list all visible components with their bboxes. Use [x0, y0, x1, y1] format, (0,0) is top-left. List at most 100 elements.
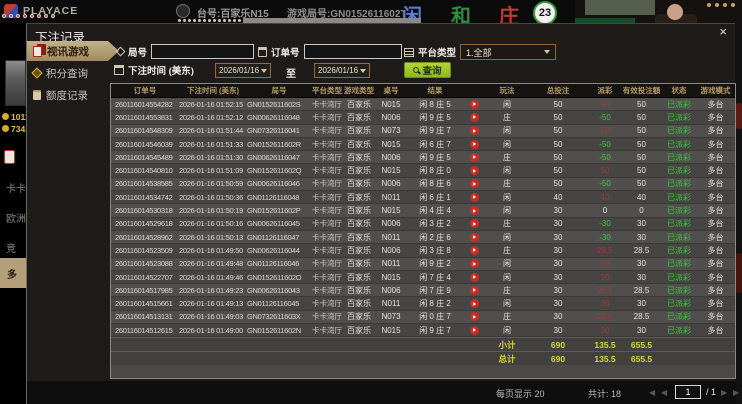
- info-badge-icon: [176, 4, 190, 18]
- table-header-cell: 平台类型: [311, 84, 343, 97]
- table-row: 2601160145483092026-01-16 01:51:44GN0732…: [111, 125, 735, 138]
- table-header-cell: 局号: [247, 84, 311, 97]
- balance-value: 734,: [2, 124, 26, 134]
- table-row: 2601160145385852026-01-16 01:50:59GN0062…: [111, 178, 735, 191]
- search-button[interactable]: 查询: [404, 62, 451, 78]
- table-header-cell: 总投注: [529, 84, 587, 97]
- time-filter: 下注时间 (美东): [114, 63, 194, 77]
- order-input[interactable]: [304, 44, 402, 59]
- total-count-label: 共计: 18: [588, 387, 621, 400]
- sidebar-item-fragment[interactable]: 竞: [6, 240, 16, 255]
- table-row: 2601160145347422026-01-16 01:50:36GN0112…: [111, 191, 735, 204]
- to-label: 至: [286, 65, 296, 80]
- replay-icon[interactable]: [470, 219, 479, 228]
- table-header-cell: [463, 84, 485, 97]
- menu-item-quota-records[interactable]: 额度记录: [27, 85, 110, 105]
- avatar: [5, 60, 26, 106]
- screen: PLAYACE 台号:百家乐N15 游戏局号:GN0152611602T 闲 和…: [0, 0, 742, 404]
- replay-icon[interactable]: [470, 166, 479, 175]
- table-header-cell: 有效投注額: [623, 84, 660, 97]
- replay-icon[interactable]: [470, 140, 479, 149]
- table-header-cell: 桌号: [375, 84, 407, 97]
- countdown-timer: 23: [533, 1, 557, 25]
- per-page-label: 每页显示 20: [496, 387, 545, 400]
- replay-icon[interactable]: [470, 233, 479, 242]
- coin-icon: [2, 125, 9, 132]
- table-row: 2601160145538312026-01-16 01:52:12GN0062…: [111, 111, 735, 124]
- dealer-video-feed: [575, 0, 742, 23]
- round-filter: 局号: [117, 44, 254, 59]
- background-right-strip: [735, 23, 742, 404]
- clipboard-icon: [258, 47, 267, 57]
- pagination-last-icon[interactable]: ▶: [733, 388, 739, 397]
- replay-icon[interactable]: [470, 286, 479, 295]
- menu-item-video-games[interactable]: 视讯游戏: [27, 41, 119, 61]
- table-header-cell: 状态: [660, 84, 698, 97]
- platform-filter: 平台类型 1.全部: [404, 44, 556, 60]
- replay-icon[interactable]: [470, 273, 479, 282]
- table-row: 2601160145460392026-01-16 01:51:33GN0152…: [111, 138, 735, 151]
- calendar-icon: [114, 65, 124, 75]
- replay-icon[interactable]: [470, 206, 479, 215]
- chevron-down-icon: [544, 50, 550, 54]
- replay-icon[interactable]: [470, 179, 479, 188]
- document-icon: [33, 90, 41, 100]
- modal-side-menu: 视讯游戏 积分查询 额度记录: [27, 41, 110, 107]
- menu-item-points-query[interactable]: 积分查询: [27, 63, 110, 83]
- table-row: 2601160145408102026-01-16 01:51:09GN0152…: [111, 164, 735, 177]
- replay-icon[interactable]: [470, 126, 479, 135]
- coin-icon: [2, 113, 9, 120]
- page-input[interactable]: 1: [675, 385, 701, 399]
- replay-icon[interactable]: [470, 193, 479, 202]
- pagination-prev-icon[interactable]: ◀: [661, 388, 667, 397]
- sidebar-item-fragment-active[interactable]: 多: [0, 258, 26, 288]
- total-row: 总计690135.5655.5: [111, 351, 735, 365]
- date-to-picker[interactable]: 2026/01/16: [314, 63, 370, 78]
- chevron-down-icon: [261, 69, 267, 73]
- replay-icon[interactable]: [470, 259, 479, 268]
- round-input[interactable]: [151, 44, 254, 59]
- pagination-next-icon[interactable]: ▶: [721, 388, 727, 397]
- table-header-cell: 游戏类型: [343, 84, 375, 97]
- background-left-rail: 1011 734, 卡卡 欧洲 竞 多: [0, 23, 26, 313]
- table-filler: [111, 365, 735, 379]
- replay-icon[interactable]: [470, 299, 479, 308]
- replay-icon[interactable]: [470, 326, 479, 335]
- pagination-first-icon[interactable]: ◀: [649, 388, 655, 397]
- diamond-icon: [31, 67, 42, 78]
- table-rows: 2601160145542822026-01-16 01:52:15GN0152…: [111, 98, 735, 337]
- table-row: 2601160145230882026-01-16 01:49:48GN0112…: [111, 258, 735, 271]
- table-totals: 小计690135.5655.5总计690135.5655.5: [111, 337, 735, 365]
- date-from-picker[interactable]: 2026/01/16: [215, 63, 271, 78]
- cards-icon: [33, 46, 42, 57]
- replay-icon[interactable]: [470, 113, 479, 122]
- table-row: 2601160145179852026-01-16 01:49:23GN0062…: [111, 284, 735, 297]
- replay-icon[interactable]: [470, 312, 479, 321]
- replay-icon[interactable]: [470, 100, 479, 109]
- modal-content: 局号 订单号 平台类型 1.全部 下注时间 (美东): [110, 24, 736, 404]
- order-filter: 订单号: [258, 44, 402, 59]
- bet-records-table: 订单号下注时间 (美东)局号平台类型游戏类型桌号结果玩法总投注派彩有效投注額状态…: [110, 83, 736, 379]
- platform-select[interactable]: 1.全部: [460, 44, 556, 60]
- table-header-cell: 结果: [407, 84, 463, 97]
- platform-icon: [404, 48, 414, 57]
- replay-icon[interactable]: [470, 246, 479, 255]
- table-header-cell: 订单号: [111, 84, 179, 97]
- page-total-label: / 1: [706, 387, 716, 397]
- bet-records-modal: 下注记录 × 视讯游戏 积分查询 额度记录 局号: [26, 23, 735, 404]
- round-icon: [116, 47, 126, 57]
- table-row: 2601160145303182026-01-16 01:50:19GN0152…: [111, 204, 735, 217]
- table-row: 2601160145126152026-01-16 01:49:00GN0152…: [111, 324, 735, 337]
- balance-value: 1011: [2, 112, 26, 122]
- sidebar-item-fragment[interactable]: 卡卡: [6, 180, 26, 195]
- table-row: 2601160145289622026-01-16 01:50:13GN0112…: [111, 231, 735, 244]
- sidebar-item-fragment[interactable]: 欧洲: [6, 210, 26, 225]
- replay-icon[interactable]: [470, 153, 479, 162]
- table-row: 2601160145131312026-01-16 01:49:03GN0732…: [111, 311, 735, 324]
- table-row: 2601160145156612026-01-16 01:49:13GN0112…: [111, 297, 735, 310]
- table-header-cell: 游戏模式: [698, 84, 733, 97]
- table-row: 2601160145454892026-01-16 01:51:30GN0062…: [111, 151, 735, 164]
- table-header-cell: 下注时间 (美东): [179, 84, 247, 97]
- chevron-down-icon: [360, 69, 366, 73]
- table-row: 2601160145227072026-01-16 01:49:46GN0152…: [111, 271, 735, 284]
